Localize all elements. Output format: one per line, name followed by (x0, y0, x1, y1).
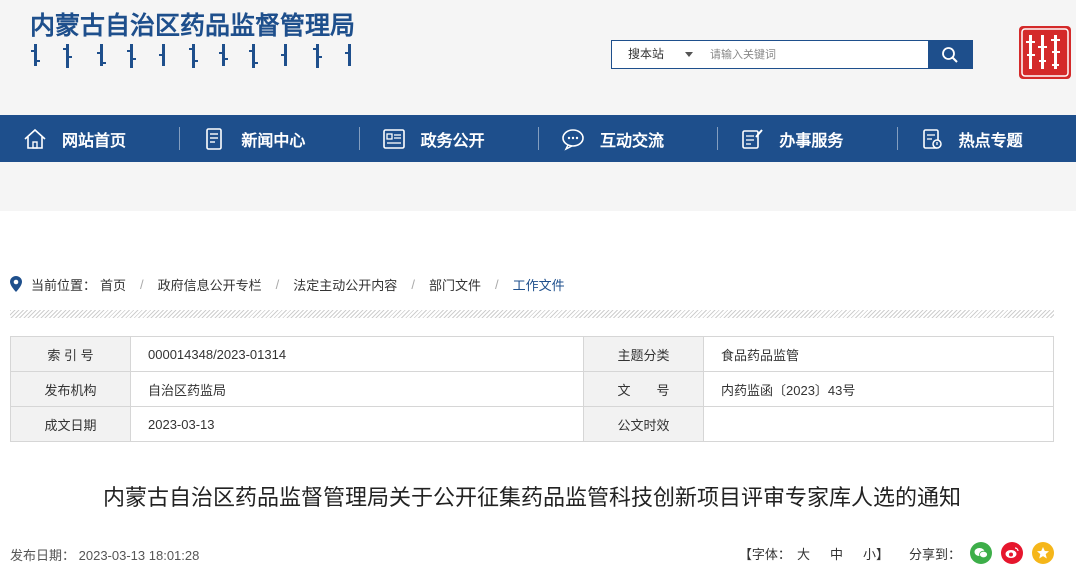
breadcrumb-item-home[interactable]: 首页 (100, 275, 126, 294)
wechat-share-icon[interactable] (970, 542, 992, 564)
table-row: 索 引 号 000014348/2023-01314 主题分类 食品药品监管 (10, 336, 1054, 372)
home-icon (22, 126, 48, 152)
breadcrumb-separator: / (275, 276, 280, 292)
table-row: 发布机构 自治区药监局 文 号 内药监函〔2023〕43号 (10, 371, 1054, 407)
validity-label: 公文时效 (583, 406, 704, 442)
nav-item-service[interactable]: 办事服务 (717, 115, 896, 162)
news-icon (201, 126, 227, 152)
chevron-down-icon[interactable] (685, 52, 693, 57)
publish-date: 发布日期： 2023-03-13 18:01:28 (10, 545, 199, 564)
qzone-share-icon[interactable] (1032, 542, 1054, 564)
table-row: 成文日期 2023-03-13 公文时效 (10, 406, 1054, 442)
share-label: 分享到： (908, 546, 961, 562)
font-size-label: 【字体： (738, 546, 791, 562)
weibo-share-icon[interactable] (1001, 542, 1023, 564)
docno-label: 文 号 (583, 371, 704, 407)
nav-item-label: 互动交流 (599, 132, 664, 150)
topic-value: 食品药品监管 (703, 336, 1054, 372)
nav-item-gov-open[interactable]: 政务公开 (358, 115, 538, 162)
publish-date-prefix: 发布日期： (10, 548, 76, 563)
validity-value (703, 406, 1054, 442)
breadcrumb-item-work-docs[interactable]: 工作文件 (513, 275, 565, 294)
nav-item-label: 政务公开 (420, 132, 485, 150)
breadcrumb-separator: / (494, 276, 499, 292)
nav-item-home[interactable]: 网站首页 (0, 115, 179, 162)
topic-label: 主题分类 (583, 336, 704, 372)
breadcrumb-item-dept-docs[interactable]: 部门文件 (429, 275, 481, 294)
site-header: 内蒙古自治区药品监督管理局 搜本站 (0, 0, 1076, 115)
publisher-label: 发布机构 (10, 371, 131, 407)
index-value: 000014348/2023-01314 (130, 336, 584, 372)
mongolian-script-logo (31, 44, 351, 68)
hatch-divider (10, 310, 1054, 318)
docno-value: 内药监函〔2023〕43号 (703, 371, 1054, 407)
breadcrumb-item-gov-info[interactable]: 政府信息公开专栏 (158, 275, 262, 294)
site-title[interactable]: 内蒙古自治区药品监督管理局 (30, 6, 355, 42)
article-tools: 【字体： 大 中 小】 分享到： (739, 541, 1054, 565)
gov-open-icon (381, 126, 407, 152)
font-medium-button[interactable]: 中 (830, 544, 843, 563)
search-icon (942, 46, 958, 63)
chat-icon (560, 126, 586, 152)
font-small-button[interactable]: 小】 (863, 544, 889, 563)
nav-item-label: 热点专题 (958, 132, 1023, 150)
publish-date-value: 2023-03-13 18:01:28 (78, 548, 200, 563)
breadcrumb-separator: / (140, 276, 144, 292)
search-box: 搜本站 (611, 40, 973, 69)
service-icon (739, 126, 765, 152)
nav-item-label: 网站首页 (62, 132, 127, 150)
search-input[interactable] (704, 41, 926, 68)
main-nav: 网站首页 新闻中心 政务公开 互动交流 办事服务 热点专题 (0, 115, 1076, 162)
font-large-button[interactable]: 大 (797, 544, 810, 563)
search-button[interactable] (928, 41, 972, 68)
nav-item-news[interactable]: 新闻中心 (179, 115, 358, 162)
nav-item-interact[interactable]: 互动交流 (537, 115, 717, 162)
header-band (0, 162, 1076, 211)
index-label: 索 引 号 (10, 336, 131, 372)
date-value: 2023-03-13 (130, 406, 584, 442)
breadcrumb-item-statutory[interactable]: 法定主动公开内容 (293, 275, 397, 294)
article-title: 内蒙古自治区药品监督管理局关于公开征集药品监管科技创新项目评审专家库人选的通知 (102, 485, 961, 510)
publisher-value: 自治区药监局 (130, 371, 584, 407)
date-label: 成文日期 (10, 406, 131, 442)
location-pin-icon (10, 276, 22, 292)
breadcrumb: 当前位置： 首页 / 政府信息公开专栏 / 法定主动公开内容 / 部门文件 / … (10, 275, 565, 293)
seal-logo (1019, 26, 1071, 79)
topic-icon (919, 126, 945, 152)
info-table: 索 引 号 000014348/2023-01314 主题分类 食品药品监管 发… (10, 336, 1054, 442)
breadcrumb-prefix: 当前位置： (31, 277, 97, 293)
breadcrumb-separator: / (411, 276, 415, 292)
nav-item-label: 办事服务 (779, 132, 844, 150)
nav-item-label: 新闻中心 (241, 132, 306, 150)
nav-item-topics[interactable]: 热点专题 (896, 115, 1076, 162)
